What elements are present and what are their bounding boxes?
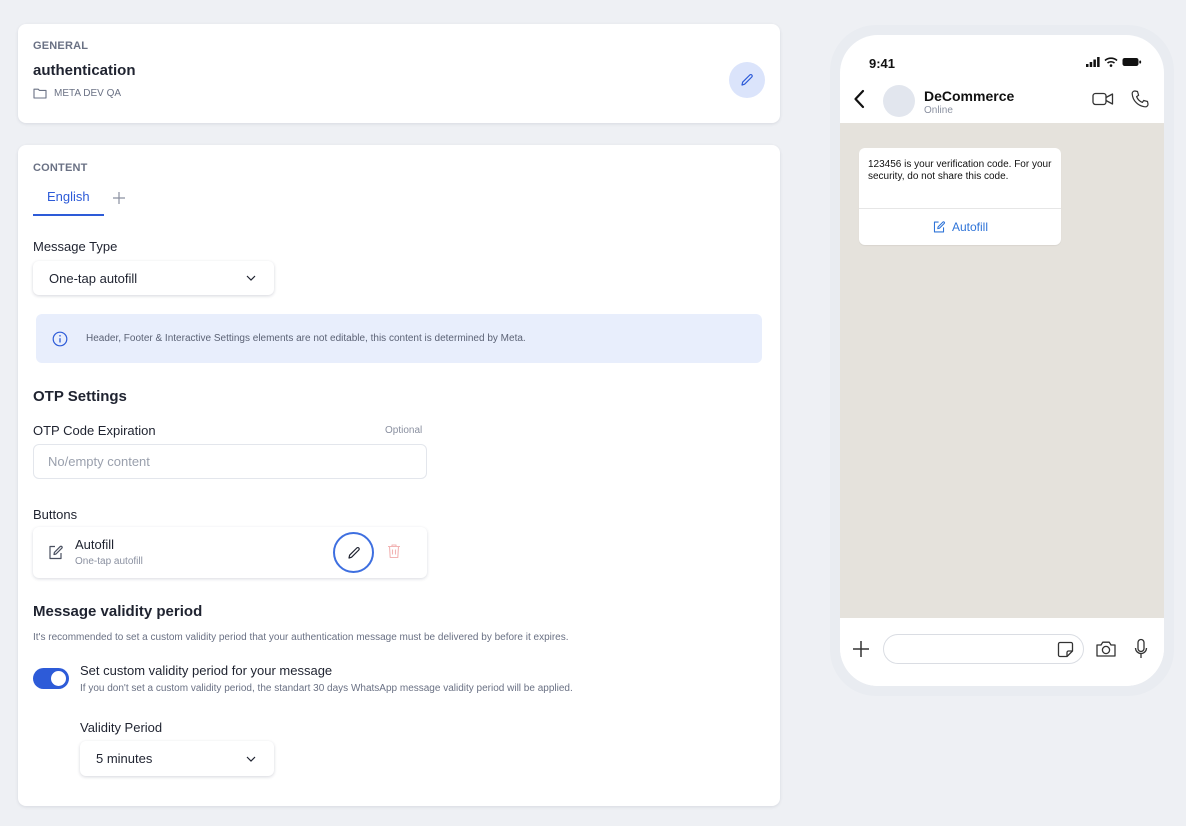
toggle-knob xyxy=(51,671,66,686)
contact-name[interactable]: DeCommerce xyxy=(924,88,1014,104)
message-bubble: 123456 is your verification code. For yo… xyxy=(859,148,1061,245)
avatar[interactable] xyxy=(883,85,915,117)
general-section-label: GENERAL xyxy=(33,40,89,52)
edit-general-button[interactable] xyxy=(729,62,765,98)
phone-icon xyxy=(1131,90,1149,108)
button-list-item: Autofill One-tap autofill xyxy=(33,527,427,578)
otp-expiration-label: OTP Code Expiration xyxy=(33,423,156,438)
autofill-button[interactable]: Autofill xyxy=(859,209,1061,245)
pencil-icon xyxy=(741,74,753,86)
message-type-label: Message Type xyxy=(33,239,118,254)
optional-label: Optional xyxy=(385,425,423,436)
status-time: 9:41 xyxy=(869,56,896,71)
folder-name: META DEV QA xyxy=(54,87,122,99)
edit-square-icon xyxy=(49,545,63,560)
buttons-label: Buttons xyxy=(33,507,78,522)
validity-period-value: 5 minutes xyxy=(96,751,153,766)
wifi-icon xyxy=(1104,57,1118,67)
button-item-subtitle: One-tap autofill xyxy=(75,556,143,567)
trash-icon xyxy=(388,544,400,559)
otp-expiration-input[interactable] xyxy=(33,444,427,479)
plus-icon xyxy=(112,191,125,204)
validity-period-select[interactable]: 5 minutes xyxy=(80,741,274,776)
add-language-button[interactable] xyxy=(112,191,126,205)
camera-button[interactable] xyxy=(1095,640,1117,663)
attach-button[interactable] xyxy=(852,640,870,663)
camera-icon xyxy=(1096,641,1116,657)
info-banner-text: Header, Footer & Interactive Settings el… xyxy=(86,333,526,344)
microphone-icon xyxy=(1134,638,1148,658)
otp-settings-title: OTP Settings xyxy=(33,388,127,405)
edit-button-item-button[interactable] xyxy=(333,532,374,573)
message-text: 123456 is your verification code. For yo… xyxy=(868,159,1052,182)
chat-input-bar xyxy=(840,618,1164,686)
message-type-select[interactable]: One-tap autofill xyxy=(33,261,274,295)
general-card: GENERAL authentication META DEV QA xyxy=(18,24,780,123)
chevron-down-icon xyxy=(246,275,256,281)
chat-area: 123456 is your verification code. For yo… xyxy=(840,123,1164,618)
signal-icon xyxy=(1086,57,1100,67)
sticker-button[interactable] xyxy=(1057,641,1074,663)
message-type-value: One-tap autofill xyxy=(49,270,138,286)
folder-icon xyxy=(33,88,47,99)
pencil-icon xyxy=(347,546,360,559)
status-icons xyxy=(1086,57,1142,67)
plus-icon xyxy=(853,641,869,657)
custom-validity-toggle[interactable] xyxy=(33,668,69,689)
phone-preview: 9:41 DeCommerce Online 123456 is your ve… xyxy=(830,25,1174,696)
validity-title: Message validity period xyxy=(33,603,203,620)
language-tabs: English xyxy=(33,189,126,216)
video-call-button[interactable] xyxy=(1092,92,1114,111)
info-icon xyxy=(52,331,68,346)
microphone-button[interactable] xyxy=(1134,638,1148,665)
chat-header: DeCommerce Online xyxy=(840,75,1164,123)
tab-english[interactable]: English xyxy=(33,189,104,216)
back-button[interactable] xyxy=(853,89,865,114)
validity-description: It's recommended to set a custom validit… xyxy=(33,632,569,643)
content-card: CONTENT English Message Type One-tap aut… xyxy=(18,145,780,806)
chevron-down-icon xyxy=(246,756,256,762)
custom-validity-label: Set custom validity period for your mess… xyxy=(80,663,333,678)
template-name: authentication xyxy=(33,62,136,79)
voice-call-button[interactable] xyxy=(1130,89,1150,114)
battery-icon xyxy=(1122,58,1142,66)
contact-status: Online xyxy=(924,105,953,116)
folder-row: META DEV QA xyxy=(33,87,121,99)
video-call-icon xyxy=(1092,92,1114,106)
validity-period-label: Validity Period xyxy=(80,720,163,735)
phone-screen: 9:41 DeCommerce Online 123456 is your ve… xyxy=(840,35,1164,686)
edit-square-icon xyxy=(933,221,945,233)
chevron-left-icon xyxy=(854,89,865,109)
delete-button-item-button[interactable] xyxy=(387,543,401,564)
sticker-icon xyxy=(1057,641,1074,658)
message-input[interactable] xyxy=(883,634,1084,664)
custom-validity-hint: If you don't set a custom validity perio… xyxy=(80,683,573,694)
content-section-label: CONTENT xyxy=(33,162,88,174)
info-banner: Header, Footer & Interactive Settings el… xyxy=(36,314,762,363)
button-item-title: Autofill xyxy=(75,537,115,552)
autofill-button-label: Autofill xyxy=(951,220,989,234)
